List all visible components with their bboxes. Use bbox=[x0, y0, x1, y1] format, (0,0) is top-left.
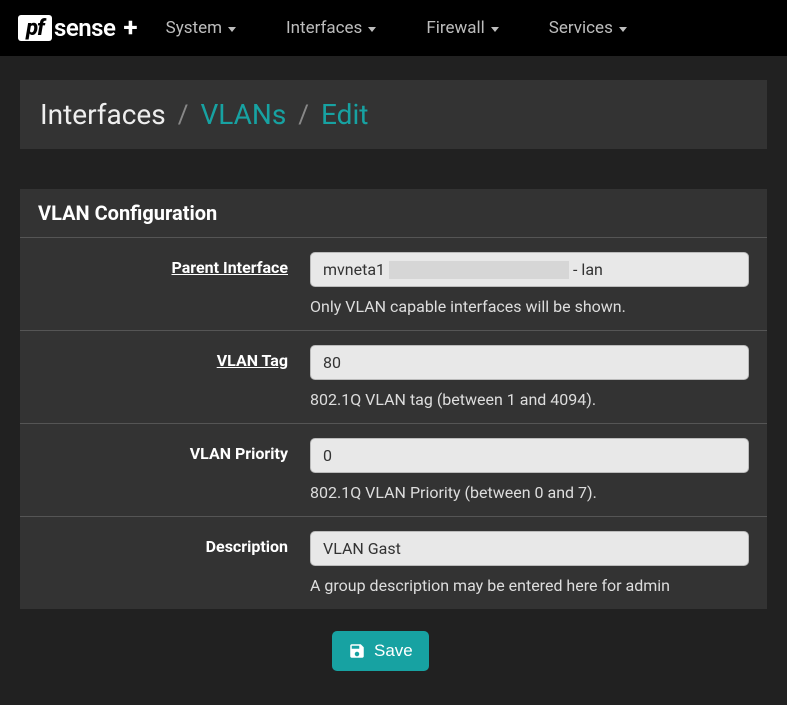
page-body: Interfaces / VLANs / Edit VLAN Configura… bbox=[0, 56, 787, 701]
nav-system[interactable]: System bbox=[166, 18, 236, 38]
description-input[interactable] bbox=[310, 531, 749, 566]
row-vlan-priority: VLAN Priority 802.1Q VLAN Priority (betw… bbox=[20, 424, 767, 517]
save-button[interactable]: Save bbox=[332, 631, 429, 671]
row-description: Description A group description may be e… bbox=[20, 517, 767, 609]
row-parent-interface: Parent Interface mvneta1 - lan Only VLAN… bbox=[20, 238, 767, 331]
save-icon bbox=[348, 642, 366, 660]
top-navbar: pf sense + System Interfaces Firewall Se… bbox=[0, 0, 787, 56]
redacted-segment bbox=[389, 261, 569, 279]
parent-interface-select[interactable]: mvneta1 - lan bbox=[310, 252, 749, 287]
nav-items: System Interfaces Firewall Services bbox=[166, 18, 627, 38]
nav-interfaces[interactable]: Interfaces bbox=[286, 18, 376, 38]
label-description: Description bbox=[20, 531, 310, 595]
label-vlan-priority: VLAN Priority bbox=[20, 438, 310, 502]
logo-pf: pf bbox=[18, 15, 52, 41]
breadcrumb: Interfaces / VLANs / Edit bbox=[20, 80, 767, 149]
nav-firewall-label: Firewall bbox=[426, 18, 484, 38]
save-button-label: Save bbox=[374, 641, 413, 661]
breadcrumb-root: Interfaces bbox=[40, 98, 166, 131]
parent-interface-value-prefix: mvneta1 bbox=[323, 260, 385, 279]
vlan-config-panel: VLAN Configuration Parent Interface mvne… bbox=[20, 189, 767, 609]
logo-sense: sense bbox=[54, 14, 115, 42]
breadcrumb-edit[interactable]: Edit bbox=[321, 98, 368, 131]
nav-services[interactable]: Services bbox=[549, 18, 627, 38]
chevron-down-icon bbox=[368, 27, 376, 32]
button-row: Save bbox=[20, 609, 767, 671]
nav-firewall[interactable]: Firewall bbox=[426, 18, 498, 38]
field-description: A group description may be entered here … bbox=[310, 531, 749, 595]
field-parent-interface: mvneta1 - lan Only VLAN capable interfac… bbox=[310, 252, 749, 316]
chevron-down-icon bbox=[228, 27, 236, 32]
label-vlan-tag: VLAN Tag bbox=[20, 345, 310, 409]
logo-plus: + bbox=[123, 13, 137, 43]
breadcrumb-sep: / bbox=[178, 100, 189, 130]
breadcrumb-vlans[interactable]: VLANs bbox=[200, 98, 286, 131]
brand-logo[interactable]: pf sense + bbox=[18, 13, 138, 43]
nav-system-label: System bbox=[166, 18, 222, 38]
vlan-tag-input[interactable] bbox=[310, 345, 749, 380]
nav-services-label: Services bbox=[549, 18, 613, 38]
chevron-down-icon bbox=[619, 27, 627, 32]
help-vlan-priority: 802.1Q VLAN Priority (between 0 and 7). bbox=[310, 483, 749, 502]
field-vlan-priority: 802.1Q VLAN Priority (between 0 and 7). bbox=[310, 438, 749, 502]
label-parent-interface: Parent Interface bbox=[20, 252, 310, 316]
vlan-priority-input[interactable] bbox=[310, 438, 749, 473]
chevron-down-icon bbox=[491, 27, 499, 32]
field-vlan-tag: 802.1Q VLAN tag (between 1 and 4094). bbox=[310, 345, 749, 409]
nav-interfaces-label: Interfaces bbox=[286, 18, 362, 38]
parent-interface-value-suffix: - lan bbox=[573, 260, 603, 279]
help-parent-interface: Only VLAN capable interfaces will be sho… bbox=[310, 297, 749, 316]
help-vlan-tag: 802.1Q VLAN tag (between 1 and 4094). bbox=[310, 390, 749, 409]
row-vlan-tag: VLAN Tag 802.1Q VLAN tag (between 1 and … bbox=[20, 331, 767, 424]
help-description: A group description may be entered here … bbox=[310, 576, 749, 595]
panel-heading: VLAN Configuration bbox=[20, 189, 767, 238]
breadcrumb-sep: / bbox=[298, 100, 309, 130]
